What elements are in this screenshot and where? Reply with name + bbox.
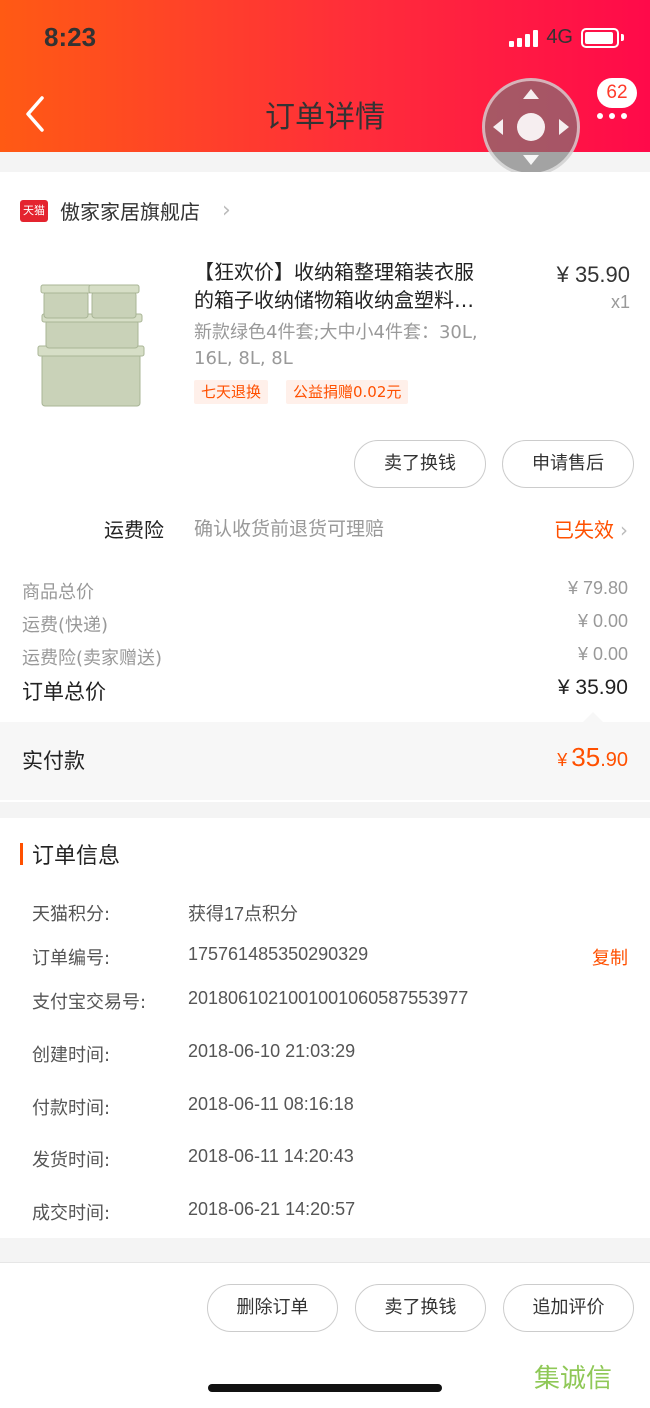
product-spec: 新款绿色4件套;大中小4件套：30L, 16L, 8L, 8L xyxy=(194,322,478,369)
info-label-created: 创建时间: xyxy=(32,1045,111,1066)
signal-icon xyxy=(509,29,539,47)
tmall-logo: 天猫 xyxy=(20,199,48,222)
dpad-icon xyxy=(493,89,569,165)
tag-charity: 公益捐赠0.02元 xyxy=(286,380,409,404)
info-value-alipay-no: 2018061021001001060587553977 xyxy=(188,988,469,1008)
info-value-created: 2018-06-10 21:03:29 xyxy=(188,1041,356,1061)
info-value-points: 获得17点积分 xyxy=(188,904,299,924)
sell-button[interactable]: 卖了换钱 xyxy=(354,440,486,488)
fee-value-insurance: ¥ 0.00 xyxy=(577,644,628,664)
info-label-alipay-no: 支付宝交易号: xyxy=(32,992,147,1013)
insurance-desc: 确认收货前退货可理赔 xyxy=(194,518,385,540)
shop-name: 傲家家居旗舰店 xyxy=(60,200,200,224)
insurance-status[interactable]: 已失效 › xyxy=(554,514,628,543)
paid-box xyxy=(0,722,650,800)
section-accent-bar xyxy=(20,843,23,865)
status-indicators: 4G xyxy=(509,26,624,49)
fee-value-goods: ¥ 79.80 xyxy=(567,578,628,598)
fee-label-insurance: 运费险(卖家赠送) xyxy=(22,648,163,669)
product-price: ¥ 35.90 xyxy=(556,262,630,287)
info-label-order-no: 订单编号: xyxy=(32,948,111,969)
info-value-order-no: 175761485350290329 xyxy=(188,944,369,964)
chevron-right-icon: › xyxy=(222,198,231,223)
shop-row[interactable]: 天猫 傲家家居旗舰店 › xyxy=(20,196,231,225)
info-value-shipped: 2018-06-11 14:20:43 xyxy=(188,1146,354,1166)
watermark: 集诚信 xyxy=(534,1364,613,1394)
info-value-paid: 2018-06-11 08:16:18 xyxy=(188,1094,354,1114)
info-label-paid: 付款时间: xyxy=(32,1098,111,1119)
product-title[interactable]: 【狂欢价】收纳箱整理箱装衣服 的箱子收纳储物箱收纳盒塑料… xyxy=(194,258,524,314)
info-label-shipped: 发货时间: xyxy=(32,1150,111,1171)
info-label-points: 天猫积分: xyxy=(32,904,111,925)
chevron-right-icon: › xyxy=(620,518,628,542)
fee-value-shipping: ¥ 0.00 xyxy=(577,611,628,631)
copy-button[interactable]: 复制 xyxy=(592,944,628,970)
add-review-button[interactable]: 追加评价 xyxy=(503,1284,634,1332)
order-total-value: ¥ 35.90 xyxy=(557,676,628,699)
product-image[interactable] xyxy=(22,262,164,412)
tag-seven-day-return: 七天退换 xyxy=(194,380,269,404)
message-badge: 62 xyxy=(597,78,637,108)
order-info-card xyxy=(0,818,650,1238)
order-total-label: 订单总价 xyxy=(22,680,106,704)
order-info-title: 订单信息 xyxy=(32,844,121,869)
network-label: 4G xyxy=(546,26,573,48)
caret-up-icon xyxy=(582,712,604,723)
home-indicator[interactable] xyxy=(208,1384,442,1392)
delete-order-button[interactable]: 删除订单 xyxy=(207,1284,338,1332)
info-value-completed: 2018-06-21 14:20:57 xyxy=(188,1199,356,1219)
fee-label-shipping: 运费(快递) xyxy=(22,615,109,636)
after-sale-button[interactable]: 申请售后 xyxy=(502,440,634,488)
insurance-label: 运费险 xyxy=(104,518,164,542)
battery-icon xyxy=(581,27,619,48)
info-label-completed: 成交时间: xyxy=(32,1203,111,1224)
assistive-touch-button[interactable] xyxy=(482,78,580,176)
storage-box-icon xyxy=(37,284,145,407)
status-time: 8:23 xyxy=(44,22,97,52)
paid-amount: ¥35.90 xyxy=(557,742,628,772)
paid-label: 实付款 xyxy=(22,749,85,773)
sell-button-bottom[interactable]: 卖了换钱 xyxy=(355,1284,486,1332)
fee-label-goods: 商品总价 xyxy=(22,582,94,603)
product-quantity: x1 xyxy=(610,292,630,312)
